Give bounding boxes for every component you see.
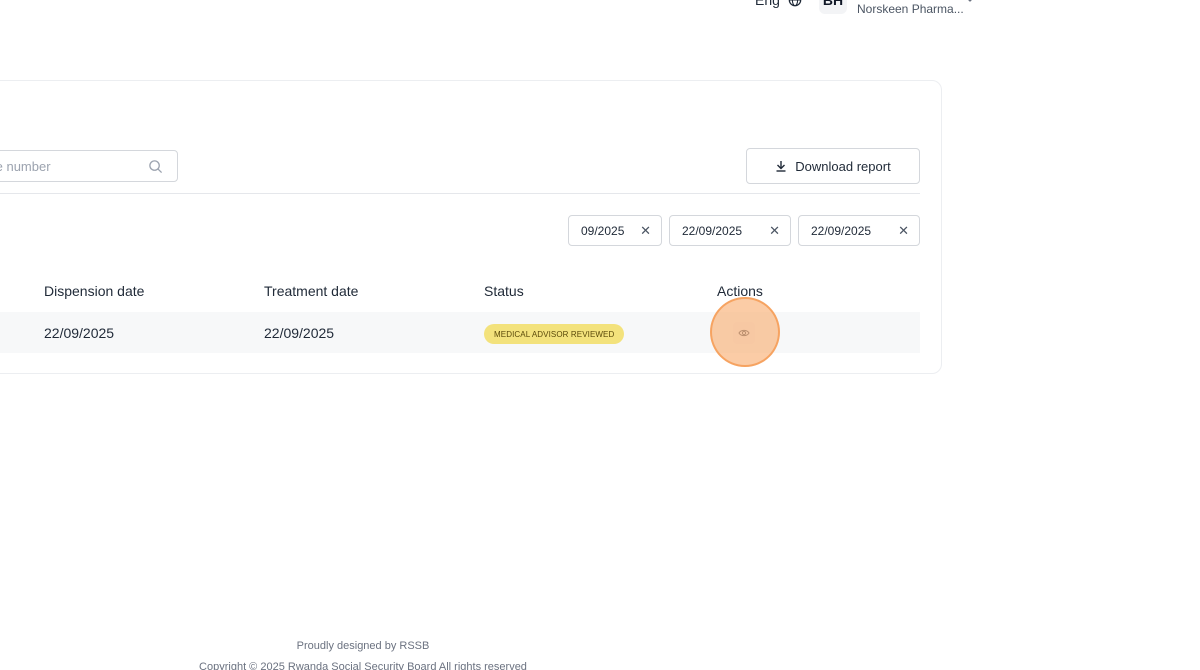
search-box[interactable]: [0, 150, 178, 182]
footer-credit: Proudly designed by RSSB: [296, 640, 430, 652]
close-icon[interactable]: ✕: [640, 223, 651, 239]
search-input[interactable]: [0, 158, 129, 174]
filter-chip-value: 22/09/2025: [811, 223, 872, 238]
download-report-button[interactable]: Download report: [746, 148, 920, 184]
footer-copyright: Copyright © 2025 Rwanda Social Security …: [199, 661, 527, 670]
language-label: Eng: [755, 0, 780, 8]
view-button[interactable]: [733, 322, 755, 344]
column-header-treatment-date: Treatment date: [264, 283, 359, 299]
search-icon[interactable]: [148, 159, 163, 174]
filter-chip[interactable]: 22/09/2025 ✕: [798, 215, 920, 246]
filter-chip-value: 22/09/2025: [682, 223, 743, 238]
column-header-dispension-date: Dispension date: [44, 283, 145, 299]
eye-icon: [738, 329, 750, 337]
avatar[interactable]: BH: [819, 0, 847, 14]
globe-icon: [788, 0, 802, 7]
chevron-down-icon[interactable]: [963, 0, 977, 6]
cell-treatment-date: 22/09/2025: [264, 325, 335, 341]
status-badge: MEDICAL ADVISOR REVIEWED: [484, 324, 625, 344]
column-header-status: Status: [484, 283, 524, 299]
download-icon: [776, 161, 786, 172]
language-selector[interactable]: Eng: [755, 0, 802, 8]
table-row[interactable]: [0, 312, 920, 353]
user-organization: Norskeen Pharma...: [857, 2, 964, 16]
close-icon[interactable]: ✕: [898, 223, 909, 239]
download-report-label: Download report: [795, 158, 891, 174]
top-header: Eng BH Norskeen Pharma...: [0, 0, 1200, 22]
page: Eng BH Norskeen Pharma... Download repor…: [0, 0, 1200, 670]
filter-chip[interactable]: 22/09/2025 ✕: [669, 215, 791, 246]
cell-dispension-date: 22/09/2025: [44, 325, 115, 341]
filter-chip-value: 09/2025: [581, 223, 625, 238]
divider: [0, 193, 920, 194]
filter-chip[interactable]: 09/2025 ✕: [568, 215, 662, 246]
close-icon[interactable]: ✕: [769, 223, 780, 239]
column-header-actions: Actions: [717, 283, 763, 299]
